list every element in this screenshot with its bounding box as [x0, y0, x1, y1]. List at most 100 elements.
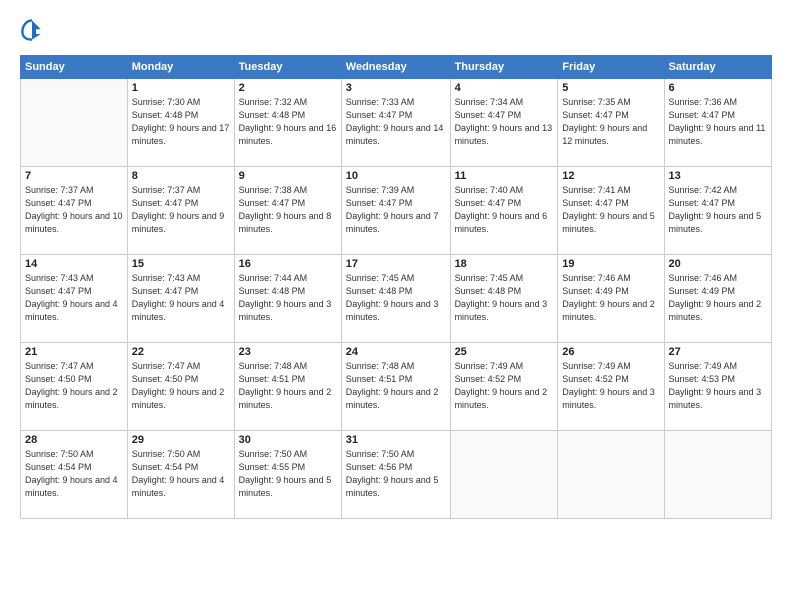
calendar-cell: 20 Sunrise: 7:46 AMSunset: 4:49 PMDayligh… — [664, 255, 771, 343]
calendar-cell: 18 Sunrise: 7:45 AMSunset: 4:48 PMDayligh… — [450, 255, 558, 343]
day-info: Sunrise: 7:50 AMSunset: 4:56 PMDaylight:… — [346, 448, 446, 500]
calendar-cell: 10 Sunrise: 7:39 AMSunset: 4:47 PMDayligh… — [341, 167, 450, 255]
calendar-week-row: 7 Sunrise: 7:37 AMSunset: 4:47 PMDaylight… — [21, 167, 772, 255]
day-info: Sunrise: 7:42 AMSunset: 4:47 PMDaylight:… — [669, 184, 767, 236]
calendar-cell: 17 Sunrise: 7:45 AMSunset: 4:48 PMDayligh… — [341, 255, 450, 343]
calendar-week-row: 21 Sunrise: 7:47 AMSunset: 4:50 PMDayligh… — [21, 343, 772, 431]
day-number: 15 — [132, 258, 230, 270]
day-info: Sunrise: 7:50 AMSunset: 4:54 PMDaylight:… — [132, 448, 230, 500]
calendar-cell — [21, 79, 128, 167]
day-number: 31 — [346, 434, 446, 446]
calendar-cell — [450, 431, 558, 519]
page: SundayMondayTuesdayWednesdayThursdayFrid… — [0, 0, 792, 612]
day-info: Sunrise: 7:34 AMSunset: 4:47 PMDaylight:… — [455, 96, 554, 148]
calendar-table: SundayMondayTuesdayWednesdayThursdayFrid… — [20, 55, 772, 519]
day-number: 13 — [669, 170, 767, 182]
calendar-cell: 13 Sunrise: 7:42 AMSunset: 4:47 PMDayligh… — [664, 167, 771, 255]
day-info: Sunrise: 7:40 AMSunset: 4:47 PMDaylight:… — [455, 184, 554, 236]
day-info: Sunrise: 7:47 AMSunset: 4:50 PMDaylight:… — [132, 360, 230, 412]
calendar-cell: 30 Sunrise: 7:50 AMSunset: 4:55 PMDayligh… — [234, 431, 341, 519]
day-number: 1 — [132, 82, 230, 94]
calendar-cell: 2 Sunrise: 7:32 AMSunset: 4:48 PMDaylight… — [234, 79, 341, 167]
calendar-cell: 3 Sunrise: 7:33 AMSunset: 4:47 PMDaylight… — [341, 79, 450, 167]
weekday-header: Thursday — [450, 56, 558, 79]
calendar-cell: 8 Sunrise: 7:37 AMSunset: 4:47 PMDaylight… — [127, 167, 234, 255]
day-number: 2 — [239, 82, 337, 94]
day-info: Sunrise: 7:49 AMSunset: 4:52 PMDaylight:… — [562, 360, 659, 412]
day-info: Sunrise: 7:46 AMSunset: 4:49 PMDaylight:… — [669, 272, 767, 324]
day-number: 29 — [132, 434, 230, 446]
day-info: Sunrise: 7:43 AMSunset: 4:47 PMDaylight:… — [25, 272, 123, 324]
calendar-cell: 15 Sunrise: 7:43 AMSunset: 4:47 PMDayligh… — [127, 255, 234, 343]
day-number: 7 — [25, 170, 123, 182]
calendar-cell: 24Sunrise: 7:48 AMSunset: 4:51 PMDayligh… — [341, 343, 450, 431]
day-number: 3 — [346, 82, 446, 94]
calendar-cell: 11 Sunrise: 7:40 AMSunset: 4:47 PMDayligh… — [450, 167, 558, 255]
day-info: Sunrise: 7:33 AMSunset: 4:47 PMDaylight:… — [346, 96, 446, 148]
day-number: 17 — [346, 258, 446, 270]
day-number: 9 — [239, 170, 337, 182]
calendar-cell — [558, 431, 664, 519]
logo — [20, 18, 48, 47]
day-info: Sunrise: 7:36 AMSunset: 4:47 PMDaylight:… — [669, 96, 767, 148]
calendar-cell: 6 Sunrise: 7:36 AMSunset: 4:47 PMDaylight… — [664, 79, 771, 167]
calendar-cell: 25Sunrise: 7:49 AMSunset: 4:52 PMDayligh… — [450, 343, 558, 431]
weekday-header: Friday — [558, 56, 664, 79]
day-info: Sunrise: 7:45 AMSunset: 4:48 PMDaylight:… — [455, 272, 554, 324]
day-info: Sunrise: 7:43 AMSunset: 4:47 PMDaylight:… — [132, 272, 230, 324]
calendar-header-row: SundayMondayTuesdayWednesdayThursdayFrid… — [21, 56, 772, 79]
weekday-header: Sunday — [21, 56, 128, 79]
day-number: 14 — [25, 258, 123, 270]
logo-icon — [20, 18, 44, 42]
calendar-cell: 22 Sunrise: 7:47 AMSunset: 4:50 PMDayligh… — [127, 343, 234, 431]
calendar-cell: 16Sunrise: 7:44 AMSunset: 4:48 PMDayligh… — [234, 255, 341, 343]
day-number: 10 — [346, 170, 446, 182]
day-info: Sunrise: 7:50 AMSunset: 4:55 PMDaylight:… — [239, 448, 337, 500]
calendar-cell: 29 Sunrise: 7:50 AMSunset: 4:54 PMDayligh… — [127, 431, 234, 519]
calendar-cell — [664, 431, 771, 519]
calendar-cell: 12Sunrise: 7:41 AMSunset: 4:47 PMDayligh… — [558, 167, 664, 255]
calendar-week-row: 14 Sunrise: 7:43 AMSunset: 4:47 PMDayligh… — [21, 255, 772, 343]
day-info: Sunrise: 7:37 AMSunset: 4:47 PMDaylight:… — [132, 184, 230, 236]
calendar-cell: 1 Sunrise: 7:30 AMSunset: 4:48 PMDaylight… — [127, 79, 234, 167]
day-info: Sunrise: 7:48 AMSunset: 4:51 PMDaylight:… — [239, 360, 337, 412]
day-number: 30 — [239, 434, 337, 446]
calendar-cell: 4 Sunrise: 7:34 AMSunset: 4:47 PMDaylight… — [450, 79, 558, 167]
day-info: Sunrise: 7:49 AMSunset: 4:52 PMDaylight:… — [455, 360, 554, 412]
header — [20, 18, 772, 47]
day-number: 23 — [239, 346, 337, 358]
day-number: 19 — [562, 258, 659, 270]
day-number: 8 — [132, 170, 230, 182]
day-number: 5 — [562, 82, 659, 94]
day-number: 24 — [346, 346, 446, 358]
calendar-cell: 28Sunrise: 7:50 AMSunset: 4:54 PMDayligh… — [21, 431, 128, 519]
day-info: Sunrise: 7:30 AMSunset: 4:48 PMDaylight:… — [132, 96, 230, 148]
day-number: 21 — [25, 346, 123, 358]
day-info: Sunrise: 7:32 AMSunset: 4:48 PMDaylight:… — [239, 96, 337, 148]
day-number: 18 — [455, 258, 554, 270]
day-number: 28 — [25, 434, 123, 446]
day-number: 26 — [562, 346, 659, 358]
calendar-cell: 21 Sunrise: 7:47 AMSunset: 4:50 PMDayligh… — [21, 343, 128, 431]
day-info: Sunrise: 7:45 AMSunset: 4:48 PMDaylight:… — [346, 272, 446, 324]
calendar-cell: 31 Sunrise: 7:50 AMSunset: 4:56 PMDayligh… — [341, 431, 450, 519]
day-number: 27 — [669, 346, 767, 358]
calendar-cell: 26 Sunrise: 7:49 AMSunset: 4:52 PMDayligh… — [558, 343, 664, 431]
calendar-cell: 27 Sunrise: 7:49 AMSunset: 4:53 PMDayligh… — [664, 343, 771, 431]
calendar-cell: 9Sunrise: 7:38 AMSunset: 4:47 PMDaylight… — [234, 167, 341, 255]
day-number: 6 — [669, 82, 767, 94]
day-info: Sunrise: 7:49 AMSunset: 4:53 PMDaylight:… — [669, 360, 767, 412]
calendar-week-row: 28 Sunrise: 7:50 AMSunset: 4:54 PMDayligh… — [21, 431, 772, 519]
day-info: Sunrise: 7:39 AMSunset: 4:47 PMDaylight:… — [346, 184, 446, 236]
weekday-header: Saturday — [664, 56, 771, 79]
calendar-cell: 5 Sunrise: 7:35 AMSunset: 4:47 PMDaylight… — [558, 79, 664, 167]
day-info: Sunrise: 7:37 AMSunset: 4:47 PMDaylight:… — [25, 184, 123, 236]
day-info: Sunrise: 7:47 AMSunset: 4:50 PMDaylight:… — [25, 360, 123, 412]
calendar-cell: 7 Sunrise: 7:37 AMSunset: 4:47 PMDaylight… — [21, 167, 128, 255]
day-number: 11 — [455, 170, 554, 182]
day-number: 22 — [132, 346, 230, 358]
day-number: 12 — [562, 170, 659, 182]
day-number: 4 — [455, 82, 554, 94]
day-info: Sunrise: 7:35 AMSunset: 4:47 PMDaylight:… — [562, 96, 659, 148]
day-number: 20 — [669, 258, 767, 270]
